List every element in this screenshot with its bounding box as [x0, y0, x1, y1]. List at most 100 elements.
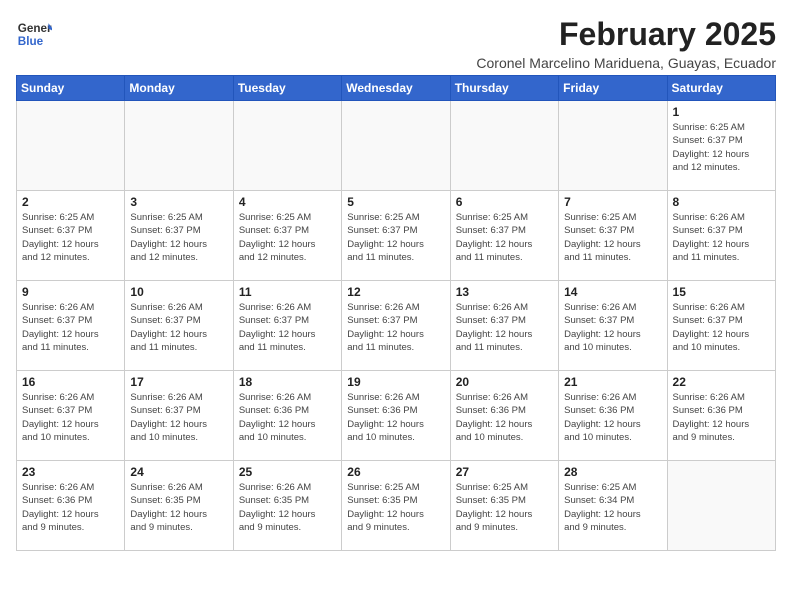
day-info: Sunrise: 6:26 AM Sunset: 6:37 PM Dayligh…: [456, 301, 553, 354]
day-number: 4: [239, 195, 336, 209]
day-number: 24: [130, 465, 227, 479]
day-number: 10: [130, 285, 227, 299]
day-of-week-header: Monday: [125, 76, 233, 101]
day-of-week-header: Wednesday: [342, 76, 450, 101]
day-of-week-header: Thursday: [450, 76, 558, 101]
day-info: Sunrise: 6:25 AM Sunset: 6:34 PM Dayligh…: [564, 481, 661, 534]
day-info: Sunrise: 6:25 AM Sunset: 6:37 PM Dayligh…: [456, 211, 553, 264]
day-info: Sunrise: 6:25 AM Sunset: 6:37 PM Dayligh…: [130, 211, 227, 264]
day-number: 8: [673, 195, 770, 209]
day-info: Sunrise: 6:25 AM Sunset: 6:37 PM Dayligh…: [347, 211, 444, 264]
day-info: Sunrise: 6:26 AM Sunset: 6:37 PM Dayligh…: [239, 301, 336, 354]
calendar-cell: 28Sunrise: 6:25 AM Sunset: 6:34 PM Dayli…: [559, 461, 667, 551]
calendar-cell: 12 Sunrise: 6:26 AM Sunset: 6:37 PM Dayli…: [342, 281, 450, 371]
day-info: Sunrise: 6:26 AM Sunset: 6:36 PM Dayligh…: [22, 481, 119, 534]
day-info: Sunrise: 6:26 AM Sunset: 6:36 PM Dayligh…: [564, 391, 661, 444]
calendar-cell: [450, 101, 558, 191]
day-info: Sunrise: 6:25 AM Sunset: 6:37 PM Dayligh…: [239, 211, 336, 264]
day-number: 9: [22, 285, 119, 299]
day-number: 1: [673, 105, 770, 119]
calendar-cell: 3 Sunrise: 6:25 AM Sunset: 6:37 PM Daylig…: [125, 191, 233, 281]
calendar-week-row: 9 Sunrise: 6:26 AM Sunset: 6:37 PM Daylig…: [17, 281, 776, 371]
day-of-week-header: Tuesday: [233, 76, 341, 101]
calendar-cell: [667, 461, 775, 551]
day-number: 12: [347, 285, 444, 299]
calendar-cell: 13 Sunrise: 6:26 AM Sunset: 6:37 PM Dayli…: [450, 281, 558, 371]
calendar-cell: [342, 101, 450, 191]
calendar-cell: [559, 101, 667, 191]
calendar-cell: 18 Sunrise: 6:26 AM Sunset: 6:36 PM Dayli…: [233, 371, 341, 461]
calendar-table: SundayMondayTuesdayWednesdayThursdayFrid…: [16, 75, 776, 551]
day-info: Sunrise: 6:26 AM Sunset: 6:37 PM Dayligh…: [22, 391, 119, 444]
calendar-cell: 8 Sunrise: 6:26 AM Sunset: 6:37 PM Daylig…: [667, 191, 775, 281]
svg-text:General: General: [18, 22, 52, 35]
location-subtitle: Coronel Marcelino Mariduena, Guayas, Ecu…: [476, 55, 776, 71]
day-number: 5: [347, 195, 444, 209]
calendar-cell: 20Sunrise: 6:26 AM Sunset: 6:36 PM Dayli…: [450, 371, 558, 461]
calendar-cell: 19Sunrise: 6:26 AM Sunset: 6:36 PM Dayli…: [342, 371, 450, 461]
day-number: 2: [22, 195, 119, 209]
day-info: Sunrise: 6:26 AM Sunset: 6:36 PM Dayligh…: [347, 391, 444, 444]
day-of-week-header: Saturday: [667, 76, 775, 101]
day-number: 3: [130, 195, 227, 209]
day-info: Sunrise: 6:26 AM Sunset: 6:36 PM Dayligh…: [239, 391, 336, 444]
day-number: 6: [456, 195, 553, 209]
calendar-cell: 4 Sunrise: 6:25 AM Sunset: 6:37 PM Daylig…: [233, 191, 341, 281]
day-number: 13: [456, 285, 553, 299]
day-of-week-header: Friday: [559, 76, 667, 101]
logo: General Blue: [16, 16, 52, 52]
calendar-week-row: 23Sunrise: 6:26 AM Sunset: 6:36 PM Dayli…: [17, 461, 776, 551]
day-info: Sunrise: 6:25 AM Sunset: 6:37 PM Dayligh…: [564, 211, 661, 264]
svg-text:Blue: Blue: [18, 35, 44, 48]
day-info: Sunrise: 6:26 AM Sunset: 6:35 PM Dayligh…: [239, 481, 336, 534]
calendar-week-row: 2 Sunrise: 6:25 AM Sunset: 6:37 PM Daylig…: [17, 191, 776, 281]
calendar-cell: 24 Sunrise: 6:26 AM Sunset: 6:35 PM Dayli…: [125, 461, 233, 551]
calendar-cell: 14 Sunrise: 6:26 AM Sunset: 6:37 PM Dayli…: [559, 281, 667, 371]
day-info: Sunrise: 6:26 AM Sunset: 6:37 PM Dayligh…: [130, 391, 227, 444]
day-info: Sunrise: 6:26 AM Sunset: 6:37 PM Dayligh…: [673, 211, 770, 264]
day-number: 17: [130, 375, 227, 389]
day-number: 26: [347, 465, 444, 479]
day-info: Sunrise: 6:25 AM Sunset: 6:35 PM Dayligh…: [347, 481, 444, 534]
day-info: Sunrise: 6:26 AM Sunset: 6:37 PM Dayligh…: [347, 301, 444, 354]
day-info: Sunrise: 6:25 AM Sunset: 6:37 PM Dayligh…: [22, 211, 119, 264]
calendar-cell: 9Sunrise: 6:26 AM Sunset: 6:37 PM Daylig…: [17, 281, 125, 371]
calendar-header-row: SundayMondayTuesdayWednesdayThursdayFrid…: [17, 76, 776, 101]
calendar-cell: 26 Sunrise: 6:25 AM Sunset: 6:35 PM Dayli…: [342, 461, 450, 551]
day-number: 14: [564, 285, 661, 299]
calendar-cell: [17, 101, 125, 191]
day-number: 25: [239, 465, 336, 479]
day-info: Sunrise: 6:26 AM Sunset: 6:37 PM Dayligh…: [564, 301, 661, 354]
page-header: General Blue February 2025 Coronel Marce…: [16, 16, 776, 71]
calendar-cell: 11 Sunrise: 6:26 AM Sunset: 6:37 PM Dayli…: [233, 281, 341, 371]
day-info: Sunrise: 6:26 AM Sunset: 6:36 PM Dayligh…: [673, 391, 770, 444]
calendar-cell: 17 Sunrise: 6:26 AM Sunset: 6:37 PM Dayli…: [125, 371, 233, 461]
calendar-cell: 27Sunrise: 6:25 AM Sunset: 6:35 PM Dayli…: [450, 461, 558, 551]
calendar-cell: 22 Sunrise: 6:26 AM Sunset: 6:36 PM Dayli…: [667, 371, 775, 461]
day-number: 7: [564, 195, 661, 209]
calendar-cell: [125, 101, 233, 191]
day-number: 20: [456, 375, 553, 389]
calendar-cell: [233, 101, 341, 191]
day-info: Sunrise: 6:25 AM Sunset: 6:37 PM Dayligh…: [673, 121, 770, 174]
calendar-cell: 2 Sunrise: 6:25 AM Sunset: 6:37 PM Daylig…: [17, 191, 125, 281]
calendar-cell: 25 Sunrise: 6:26 AM Sunset: 6:35 PM Dayli…: [233, 461, 341, 551]
day-number: 16: [22, 375, 119, 389]
day-info: Sunrise: 6:26 AM Sunset: 6:35 PM Dayligh…: [130, 481, 227, 534]
day-number: 22: [673, 375, 770, 389]
day-info: Sunrise: 6:26 AM Sunset: 6:37 PM Dayligh…: [130, 301, 227, 354]
day-of-week-header: Sunday: [17, 76, 125, 101]
day-number: 21: [564, 375, 661, 389]
calendar-cell: 16 Sunrise: 6:26 AM Sunset: 6:37 PM Dayli…: [17, 371, 125, 461]
day-info: Sunrise: 6:26 AM Sunset: 6:37 PM Dayligh…: [673, 301, 770, 354]
title-area: February 2025 Coronel Marcelino Mariduen…: [476, 16, 776, 71]
calendar-cell: 7 Sunrise: 6:25 AM Sunset: 6:37 PM Daylig…: [559, 191, 667, 281]
day-number: 18: [239, 375, 336, 389]
calendar-cell: 23Sunrise: 6:26 AM Sunset: 6:36 PM Dayli…: [17, 461, 125, 551]
day-number: 11: [239, 285, 336, 299]
calendar-cell: 15 Sunrise: 6:26 AM Sunset: 6:37 PM Dayli…: [667, 281, 775, 371]
day-number: 15: [673, 285, 770, 299]
calendar-week-row: 1 Sunrise: 6:25 AM Sunset: 6:37 PM Daylig…: [17, 101, 776, 191]
month-title: February 2025: [476, 16, 776, 53]
calendar-cell: 5 Sunrise: 6:25 AM Sunset: 6:37 PM Daylig…: [342, 191, 450, 281]
